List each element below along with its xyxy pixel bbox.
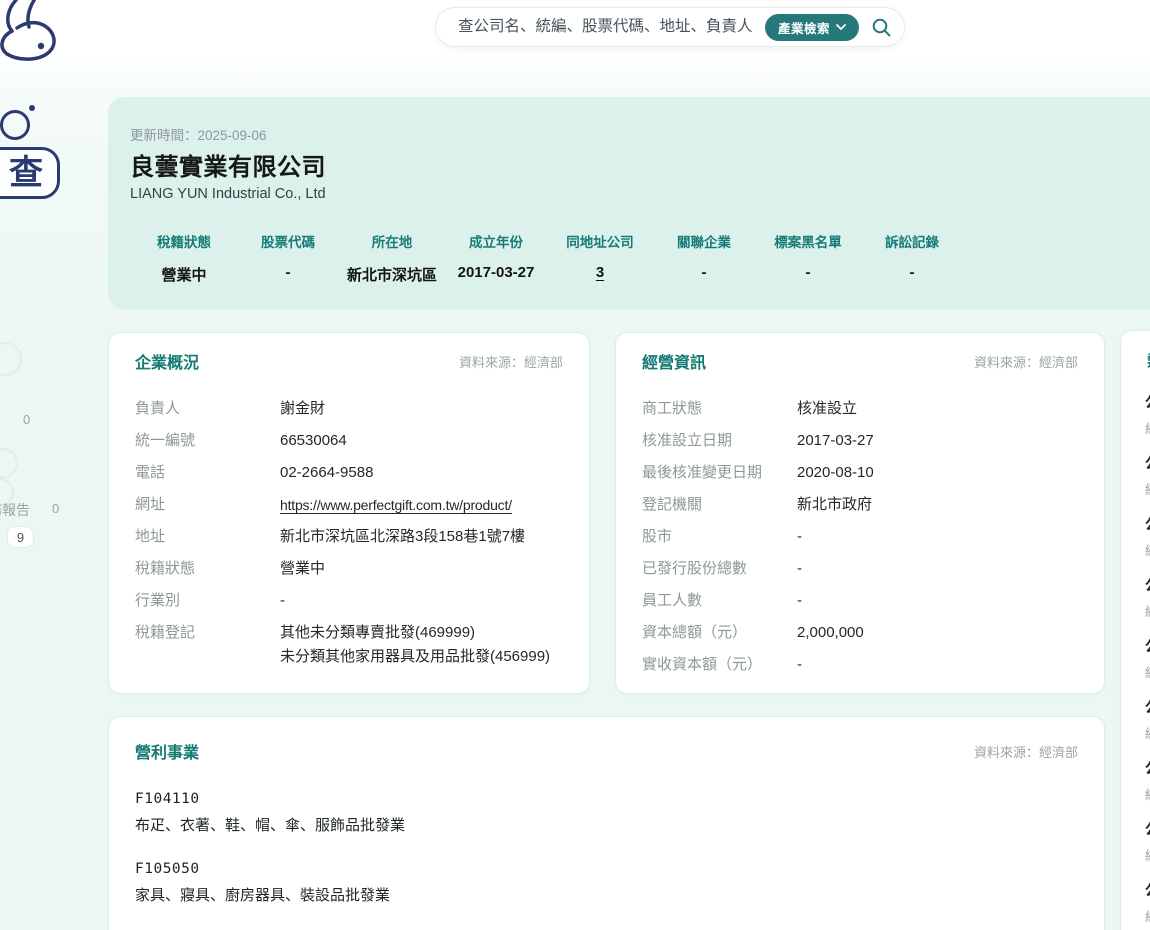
stats-row: 稅籍狀態 營業中 股票代碼 - 所在地 新北市深坑區 成立年份 2017-03-…: [132, 231, 964, 285]
stat-related-enterprises: 關聯企業 -: [652, 231, 756, 285]
profit-item: F104110 布疋、衣著、鞋、帽、傘、服飾品批發業: [135, 791, 1078, 835]
field-row-phone: 電話 02-2664-9588: [135, 457, 569, 489]
search-icon[interactable]: [871, 17, 892, 38]
business-info-card: 經營資訊 資料來源：經濟部 商工狀態 核准設立 核准設立日期 2017-03-2…: [615, 332, 1105, 694]
overview-title: 企業概況: [135, 349, 199, 373]
field-row-stock-market: 股市 -: [642, 521, 1084, 553]
field-row-paid-in-capital: 實收資本額（元） -: [642, 649, 1084, 681]
business-code: F104110: [135, 791, 1078, 807]
list-item[interactable]: 公司名稱統編: [1145, 881, 1150, 925]
profit-item: F105050 家具、寢具、廚房器具、裝設品批發業: [135, 861, 1078, 905]
company-header-card: 更新時間：2025-09-06 良蕓實業有限公司 LIANG YUN Indus…: [108, 97, 1150, 309]
field-row-tax-status: 稅籍狀態 營業中: [135, 553, 569, 585]
rail-report-count-badge: 0: [52, 501, 59, 516]
stat-stock-code: 股票代碼 -: [236, 231, 340, 285]
rail-item-report[interactable]: 財務報告: [0, 500, 30, 520]
company-name-en: LIANG YUN Industrial Co., Ltd: [130, 186, 326, 202]
site-logo-dot-icon: [29, 105, 35, 111]
field-row-tax-registration: 稅籍登記 其他未分類專賣批發(469999) 未分類其他家用器具及用品批發(45…: [135, 617, 569, 673]
list-item[interactable]: 公司名稱統編: [1145, 515, 1150, 559]
field-row-address: 地址 新北市深坑區北深路3段158巷1號7樓: [135, 521, 569, 553]
rabbit-logo-drawing: [0, 0, 88, 62]
profit-business-card: 營利事業 資料來源：經濟部 F104110 布疋、衣著、鞋、帽、傘、服飾品批發業…: [108, 716, 1105, 930]
right-side-panel: 熱門公司 公司名稱統編 公司名稱統編 公司名稱統編 公司名稱統編 公司名稱統編 …: [1120, 330, 1150, 930]
list-item[interactable]: 公司名稱統編: [1145, 820, 1150, 864]
right-panel-list: 公司名稱統編 公司名稱統編 公司名稱統編 公司名稱統編 公司名稱統編 公司名稱統…: [1121, 371, 1150, 930]
stat-tax-status: 稅籍狀態 營業中: [132, 231, 236, 285]
stat-location: 所在地 新北市深坑區: [340, 231, 444, 285]
business-source: 資料來源：經濟部: [974, 352, 1078, 371]
stat-same-address-companies: 同地址公司 3: [548, 231, 652, 285]
search-bar: 產業檢索: [435, 7, 905, 47]
overview-fields: 負責人 謝金財 統一編號 66530064 電話 02-2664-9588 網址…: [109, 373, 589, 673]
list-item[interactable]: 公司名稱統編: [1145, 698, 1150, 742]
field-row-total-capital: 資本總額（元） 2,000,000: [642, 617, 1084, 649]
overview-source: 資料來源：經濟部: [459, 352, 563, 371]
company-overview-card: 企業概況 資料來源：經濟部 負責人 謝金財 統一編號 66530064 電話 0…: [108, 332, 590, 694]
site-logo[interactable]: 查: [0, 147, 60, 199]
profit-title: 營利事業: [135, 739, 199, 763]
field-row-registry-agency: 登記機關 新北市政府: [642, 489, 1084, 521]
stat-founded-year: 成立年份 2017-03-27: [444, 231, 548, 285]
website-link[interactable]: https://www.perfectgift.com.tw/product/: [280, 496, 512, 514]
page: 查 0 財務報告 0 9 產業檢索 更新時間：2025-09-06 良蕓實業有限…: [0, 0, 1150, 930]
profit-source: 資料來源：經濟部: [974, 742, 1078, 761]
field-row-issued-shares: 已發行股份總數 -: [642, 553, 1084, 585]
same-address-count-link[interactable]: 3: [548, 264, 652, 281]
business-fields: 商工狀態 核准設立 核准設立日期 2017-03-27 最後核准變更日期 202…: [616, 373, 1104, 681]
rail-nav-icon[interactable]: [0, 448, 18, 478]
profit-items: F104110 布疋、衣著、鞋、帽、傘、服飾品批發業 F105050 家具、寢具…: [109, 763, 1104, 905]
company-name: 良蕓實業有限公司: [130, 147, 326, 182]
industry-search-button[interactable]: 產業檢索: [765, 14, 859, 41]
list-item[interactable]: 公司名稱統編: [1145, 393, 1150, 437]
rail-count-pill[interactable]: 9: [7, 526, 34, 548]
list-item[interactable]: 公司名稱統編: [1145, 759, 1150, 803]
field-row-tax-id: 統一編號 66530064: [135, 425, 569, 457]
industry-search-label: 產業檢索: [778, 18, 830, 37]
business-desc: 家具、寢具、廚房器具、裝設品批發業: [135, 884, 1078, 905]
field-row-last-change-date: 最後核准變更日期 2020-08-10: [642, 457, 1084, 489]
list-item[interactable]: 公司名稱統編: [1145, 576, 1150, 620]
list-item[interactable]: 公司名稱統編: [1145, 454, 1150, 498]
update-time: 更新時間：2025-09-06: [130, 124, 267, 144]
field-row-approval-date: 核准設立日期 2017-03-27: [642, 425, 1084, 457]
rail-nav-icon[interactable]: [0, 342, 22, 376]
site-logo-head-icon: [0, 110, 30, 140]
field-row-registration-status: 商工狀態 核准設立: [642, 393, 1084, 425]
field-row-employee-count: 員工人數 -: [642, 585, 1084, 617]
list-item[interactable]: 公司名稱統編: [1145, 637, 1150, 681]
site-logo-char: 查: [9, 156, 43, 190]
field-row-owner: 負責人 謝金財: [135, 393, 569, 425]
field-row-website: 網址 https://www.perfectgift.com.tw/produc…: [135, 489, 569, 521]
stat-tender-blacklist: 標案黑名單 -: [756, 231, 860, 285]
search-input[interactable]: [456, 17, 757, 37]
field-row-industry-type: 行業別 -: [135, 585, 569, 617]
business-code: F105050: [135, 861, 1078, 877]
business-desc: 布疋、衣著、鞋、帽、傘、服飾品批發業: [135, 814, 1078, 835]
stat-litigation-records: 訴訟記錄 -: [860, 231, 964, 285]
chevron-down-icon: [836, 24, 846, 31]
business-title: 經營資訊: [642, 349, 706, 373]
rabbit-mascot-logo-icon[interactable]: [0, 0, 88, 62]
rail-count-badge: 0: [23, 412, 30, 427]
